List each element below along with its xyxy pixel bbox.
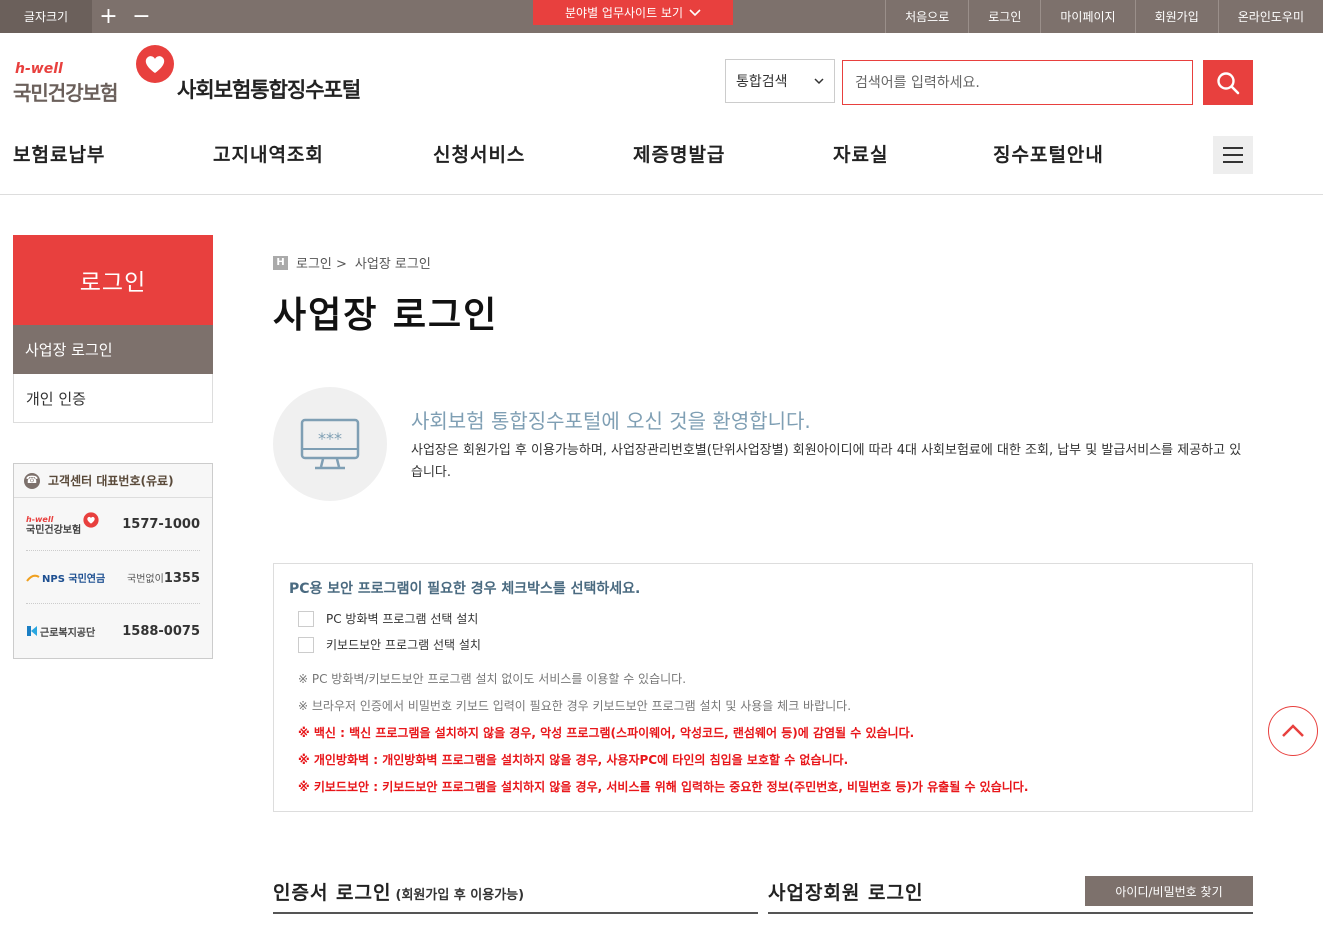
- find-id-password-button[interactable]: 아이디/비밀번호 찾기: [1085, 876, 1253, 906]
- login-link[interactable]: 로그인: [968, 0, 1040, 33]
- nhis-logo[interactable]: h-well 국민건강보험: [13, 44, 178, 105]
- keyboard-security-option[interactable]: 키보드보안 프로그램 선택 설치: [298, 636, 481, 653]
- site-selector-label: 분야별 업무사이트 보기: [564, 6, 684, 20]
- search-scope-select[interactable]: 통합검색: [725, 59, 835, 103]
- cs-hwell-text: h-well: [26, 514, 54, 524]
- cs-org-name: 국민건강보험: [26, 524, 82, 536]
- hamburger-icon-bar: [1223, 147, 1243, 149]
- cs-row-nhis: h-well 국민건강보험 1577-1000: [26, 499, 200, 551]
- cs-phone-value: 1355: [163, 570, 200, 586]
- welcome-icon-circle: ***: [273, 387, 387, 501]
- security-warning-vaccine: ※ 백신 : 백신 프로그램을 설치하지 않을 경우, 악성 프로그램(스파이웨…: [298, 726, 915, 740]
- chevron-up-icon: [1282, 724, 1304, 737]
- font-increase-button[interactable]: +: [92, 0, 125, 33]
- security-note: ※ 브라우저 인증에서 비밀번호 키보드 입력이 필요한 경우 키보드보안 프로…: [298, 699, 852, 713]
- site-selector-button[interactable]: 분야별 업무사이트 보기: [533, 0, 733, 25]
- welcome-description: 사업장은 회원가입 후 이용가능하며, 사업장관리번호별(단위사업장별) 회원아…: [411, 443, 1242, 480]
- security-warning-keyboard: ※ 키보드보안 : 키보드보안 프로그램을 설치하지 않을 경우, 서비스를 위…: [298, 780, 1029, 794]
- hamburger-icon-bar: [1223, 161, 1243, 163]
- gnb-item-notice-history[interactable]: 고지내역조회: [213, 140, 324, 167]
- heart-logo-icon: [136, 45, 174, 83]
- business-member-login-title: 사업장회원 로그인: [768, 882, 924, 904]
- header-divider: [0, 194, 1323, 195]
- gnb-item-payment[interactable]: 보험료납부: [13, 140, 105, 167]
- customer-center-box: ☎ 고객센터 대표번호(유료) h-well 국민건강보험 1577-1000 …: [13, 463, 213, 659]
- cs-org-name: 근로복지공단: [40, 627, 96, 639]
- scroll-top-button[interactable]: [1268, 706, 1318, 756]
- nps-logo: NPS 국민연금: [26, 570, 105, 585]
- chevron-down-icon: [689, 8, 701, 16]
- sidebar-item-business-login[interactable]: 사업장 로그인: [13, 325, 213, 374]
- nps-swoosh-icon: [26, 574, 40, 582]
- font-size-control: 글자크기 + −: [0, 0, 158, 33]
- certificate-login-header: 인증서 로그인 (회원가입 후 이용가능): [273, 878, 758, 914]
- gnb-item-portal-info[interactable]: 징수포털안내: [993, 140, 1104, 167]
- chevron-down-icon: [814, 77, 824, 84]
- font-decrease-button[interactable]: −: [125, 0, 158, 33]
- security-program-box: PC용 보안 프로그램이 필요한 경우 체크박스를 선택하세요. PC 방화벽 …: [273, 563, 1253, 812]
- comwel-mark-icon: [27, 626, 37, 636]
- home-link[interactable]: 처음으로: [885, 0, 968, 33]
- comwel-logo: 근로복지공단: [26, 624, 95, 639]
- monitor-password-icon: ***: [300, 418, 360, 470]
- monitor-password-text: ***: [318, 429, 342, 448]
- keyboard-security-checkbox[interactable]: [298, 636, 314, 653]
- cs-phone-number: 1588-0075: [122, 623, 200, 639]
- breadcrumb-level2: 사업장 로그인: [354, 257, 431, 272]
- certificate-login-subtitle: (회원가입 후 이용가능): [395, 888, 525, 903]
- gnb-item-certificates[interactable]: 제증명발급: [633, 140, 725, 167]
- page-title: 사업장 로그인: [273, 295, 499, 336]
- customer-center-header: ☎ 고객센터 대표번호(유료): [14, 464, 212, 498]
- breadcrumb-level1[interactable]: 로그인 >: [296, 253, 347, 272]
- firewall-checkbox[interactable]: [298, 610, 314, 627]
- font-size-label: 글자크기: [0, 0, 92, 33]
- hamburger-icon-bar: [1223, 154, 1243, 156]
- security-title: PC용 보안 프로그램이 필요한 경우 체크박스를 선택하세요.: [289, 581, 641, 597]
- security-note: ※ PC 방화벽/키보드보안 프로그램 설치 없이도 서비스를 이용할 수 있습…: [298, 672, 687, 686]
- portal-title[interactable]: 사회보험통합징수포털: [177, 74, 361, 104]
- gnb-item-application[interactable]: 신청서비스: [433, 140, 525, 167]
- customer-center-title: 고객센터 대표번호(유료): [48, 474, 174, 488]
- search-scope-value: 통합검색: [736, 74, 788, 90]
- security-warning-firewall: ※ 개인방화벽 : 개인방화벽 프로그램을 설치하지 않을 경우, 사용자PC에…: [298, 753, 849, 767]
- cs-phone-prefix: 국번없이: [127, 573, 164, 585]
- cs-row-comwel: 근로복지공단 1588-0075: [26, 605, 200, 657]
- keyboard-security-option-label: 키보드보안 프로그램 선택 설치: [326, 638, 481, 652]
- logo-hwell-text: h-well: [15, 61, 63, 77]
- certificate-login-title: 인증서 로그인: [273, 882, 392, 904]
- online-help-link[interactable]: 온라인도우미: [1217, 0, 1323, 33]
- search-input[interactable]: [842, 60, 1193, 105]
- cs-phone-number: 국번없이1355: [127, 570, 200, 586]
- all-menu-button[interactable]: [1213, 136, 1253, 174]
- gnb-item-library[interactable]: 자료실: [833, 140, 888, 167]
- search-icon: [1217, 71, 1240, 94]
- cs-row-nps: NPS 국민연금 국번없이1355: [26, 552, 200, 604]
- signup-link[interactable]: 회원가입: [1134, 0, 1218, 33]
- nhis-small-logo: h-well 국민건강보험: [26, 511, 99, 536]
- top-utility-bar: 글자크기 + − 분야별 업무사이트 보기 처음으로 로그인 마이페이지 회원가…: [0, 0, 1323, 33]
- search-button[interactable]: [1203, 60, 1253, 105]
- phone-icon: ☎: [24, 472, 40, 489]
- firewall-option[interactable]: PC 방화벽 프로그램 선택 설치: [298, 610, 478, 627]
- sidebar-item-personal-auth[interactable]: 개인 인증: [13, 374, 213, 423]
- mypage-link[interactable]: 마이페이지: [1040, 0, 1134, 33]
- top-links: 처음으로 로그인 마이페이지 회원가입 온라인도우미: [885, 0, 1323, 33]
- cs-phone-number: 1577-1000: [122, 517, 200, 532]
- home-icon[interactable]: H: [273, 255, 288, 270]
- sidebar-title: 로그인: [13, 235, 213, 325]
- welcome-heading: 사회보험 통합징수포털에 오신 것을 환영합니다.: [411, 409, 811, 433]
- firewall-option-label: PC 방화벽 프로그램 선택 설치: [326, 612, 479, 626]
- logo-org-text: 국민건강보험: [13, 81, 118, 105]
- heart-logo-icon: [83, 511, 99, 528]
- cs-org-name: NPS 국민연금: [42, 574, 106, 585]
- breadcrumb: H 로그인 > 사업장 로그인: [273, 253, 431, 272]
